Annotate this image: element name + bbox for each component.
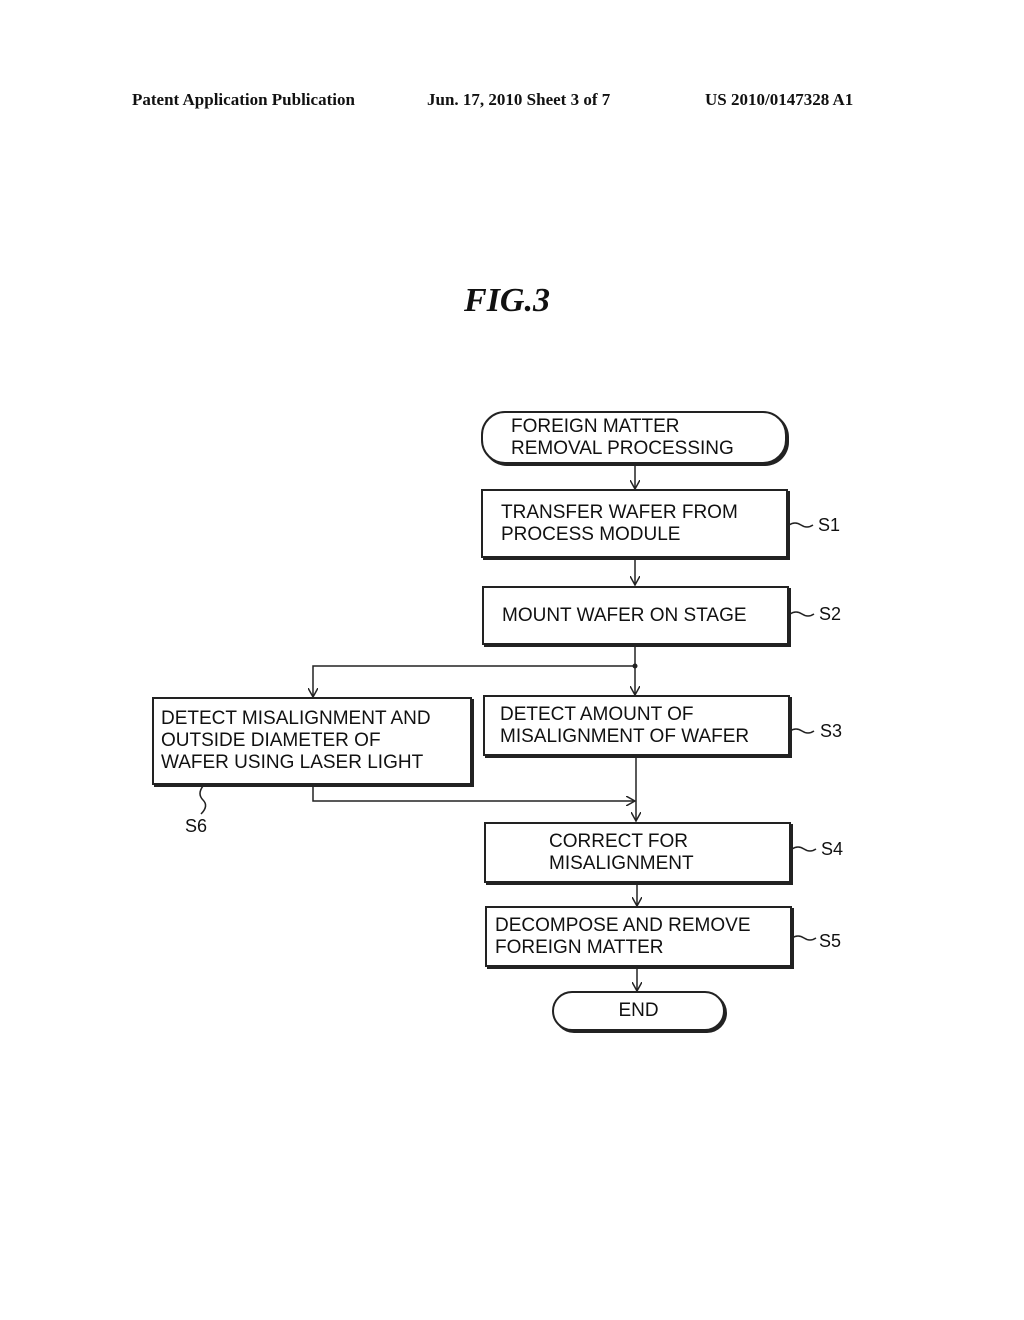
end-terminal: END (552, 991, 725, 1031)
s3-text-line-1: DETECT AMOUNT OF (500, 703, 694, 725)
step-s4-box: CORRECT FOR MISALIGNMENT (484, 822, 791, 883)
leader-s2 (789, 611, 815, 617)
s3-text-line-2: MISALIGNMENT OF WAFER (500, 725, 750, 747)
s4-text-line-2: MISALIGNMENT (549, 852, 694, 874)
leader-s5 (791, 935, 817, 941)
end-text: END (618, 1000, 659, 1021)
start-text-line-1: FOREIGN MATTER (511, 415, 680, 437)
leader-s4 (791, 846, 817, 852)
s5-text-line-1: DECOMPOSE AND REMOVE (495, 914, 751, 936)
s4-text-line-1: CORRECT FOR (549, 830, 688, 852)
arrow-s6-to-merge (312, 785, 634, 801)
step-s5-label: S5 (819, 931, 842, 951)
step-s2-label: S2 (819, 604, 842, 624)
leader-s3 (789, 728, 815, 734)
start-text-line-2: REMOVAL PROCESSING (511, 437, 734, 459)
s5-text-line-2: FOREIGN MATTER (495, 936, 664, 958)
s6-text-line-2: OUTSIDE DIAMETER OF (161, 730, 381, 751)
s2-text-line-1: MOUNT WAFER ON STAGE (502, 604, 747, 626)
step-s2-box: MOUNT WAFER ON STAGE (482, 586, 789, 645)
start-terminal: FOREIGN MATTER REMOVAL PROCESSING (481, 411, 787, 464)
step-s3-box: DETECT AMOUNT OF MISALIGNMENT OF WAFER (483, 695, 790, 756)
step-s6-box: DETECT MISALIGNMENT AND OUTSIDE DIAMETER… (152, 697, 472, 785)
step-s1-label: S1 (818, 515, 841, 535)
leader-s1 (788, 522, 814, 528)
s6-text-line-1: DETECT MISALIGNMENT AND (161, 708, 431, 729)
branch-junction (632, 663, 638, 669)
step-s6-label: S6 (185, 816, 208, 836)
leader-s6 (199, 785, 207, 815)
step-s4-label: S4 (821, 839, 844, 859)
arrow-branch-to-s6 (313, 665, 635, 696)
s6-text-line-3: WAFER USING LASER LIGHT (161, 752, 424, 773)
s1-text-line-1: TRANSFER WAFER FROM (501, 501, 738, 523)
s1-text-line-2: PROCESS MODULE (501, 523, 681, 545)
step-s1-box: TRANSFER WAFER FROM PROCESS MODULE (481, 489, 788, 558)
step-s5-box: DECOMPOSE AND REMOVE FOREIGN MATTER (485, 906, 792, 967)
step-s3-label: S3 (820, 721, 843, 741)
flowchart-connectors (199, 465, 817, 1320)
